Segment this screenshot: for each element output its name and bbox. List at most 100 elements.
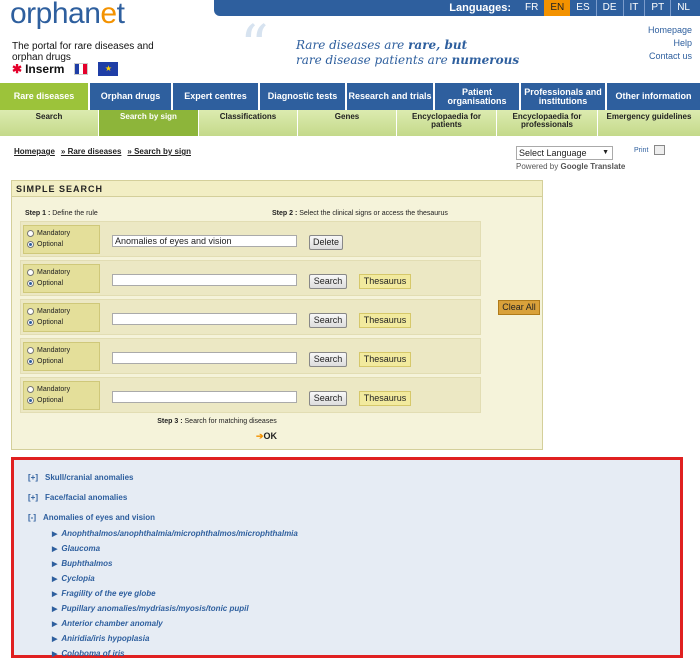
tree-leaf[interactable]: ▶ Aniridia/iris hypoplasia: [52, 634, 149, 643]
tree-leaf[interactable]: ▶ Pupillary anomalies/mydriasis/myosis/to…: [52, 604, 249, 613]
step2-label: Step 2 : Select the clinical signs or ac…: [272, 210, 448, 217]
tree-leaf[interactable]: ▶ Buphthalmos: [52, 559, 113, 568]
thesaurus-button[interactable]: Thesaurus: [359, 391, 411, 406]
subnav-encyclopaedia-professionals[interactable]: Encyclopaedia for professionals: [497, 110, 598, 136]
help-link[interactable]: Help: [648, 37, 692, 50]
tree-node-skull[interactable]: [+] Skull/cranial anomalies: [28, 473, 133, 482]
optional-radio[interactable]: [27, 358, 34, 365]
subnav-search-by-sign[interactable]: Search by sign: [99, 110, 199, 136]
nav-patient-organisations[interactable]: Patient organisations: [435, 83, 521, 110]
triangle-right-icon: ▶: [52, 576, 58, 583]
clear-all-button[interactable]: Clear All: [498, 300, 540, 315]
lang-en[interactable]: EN: [544, 0, 571, 16]
rule-row: Mandatory Optional Search Thesaurus: [20, 377, 481, 413]
rule-options: Mandatory Optional: [23, 303, 100, 332]
breadcrumb-homepage[interactable]: Homepage: [14, 147, 55, 156]
optional-radio[interactable]: [27, 397, 34, 404]
results-tree: [+] Skull/cranial anomalies [+] Face/facia…: [11, 457, 683, 658]
lang-de[interactable]: DE: [595, 0, 623, 16]
subnav-search[interactable]: Search: [0, 110, 99, 136]
tree-node-eyes[interactable]: [-] Anomalies of eyes and vision: [28, 513, 155, 522]
top-links: Homepage Help Contact us: [648, 24, 692, 63]
orphanet-logo[interactable]: orphanet: [10, 0, 125, 29]
rule-row: Mandatory Optional Search Thesaurus: [20, 260, 481, 296]
rule-row: Mandatory Optional Search Thesaurus: [20, 338, 481, 374]
tree-leaf[interactable]: ▶ Glaucoma: [52, 544, 100, 553]
rule-options: Mandatory Optional: [23, 381, 100, 410]
subnav-classifications[interactable]: Classifications: [199, 110, 298, 136]
french-flag-icon: [74, 63, 89, 75]
sign-field[interactable]: Anomalies of eyes and vision: [112, 235, 297, 247]
mandatory-radio[interactable]: [27, 308, 34, 315]
sign-field[interactable]: [112, 274, 297, 286]
nav-other-information[interactable]: Other information: [607, 83, 700, 110]
triangle-right-icon: ▶: [52, 621, 58, 628]
expand-toggle[interactable]: [+]: [28, 473, 38, 482]
lang-es[interactable]: ES: [570, 0, 595, 16]
simple-search-title: SIMPLE SEARCH: [12, 181, 542, 197]
sign-field[interactable]: [112, 391, 297, 403]
nav-research-trials[interactable]: Research and trials: [347, 83, 435, 110]
thesaurus-button[interactable]: Thesaurus: [359, 274, 411, 289]
mandatory-radio[interactable]: [27, 269, 34, 276]
subnav-encyclopaedia-patients[interactable]: Encyclopaedia for patients: [397, 110, 497, 136]
collapse-toggle[interactable]: [-]: [28, 513, 36, 522]
search-button[interactable]: Search: [309, 352, 347, 367]
chevron-down-icon: ▼: [602, 149, 609, 156]
optional-radio[interactable]: [27, 280, 34, 287]
ok-button[interactable]: ➔OK: [256, 431, 277, 442]
triangle-right-icon: ▶: [52, 606, 58, 613]
optional-radio[interactable]: [27, 241, 34, 248]
tree-leaf[interactable]: ▶ Fragility of the eye globe: [52, 589, 156, 598]
lang-it[interactable]: IT: [622, 0, 645, 16]
step1-label: Step 1 : Define the rule: [25, 210, 98, 217]
language-select[interactable]: Select Language ▼: [516, 146, 613, 160]
breadcrumb-search-by-sign[interactable]: » Search by sign: [127, 147, 191, 156]
sign-field[interactable]: [112, 352, 297, 364]
breadcrumb-rare-diseases[interactable]: » Rare diseases: [61, 147, 122, 156]
nav-orphan-drugs[interactable]: Orphan drugs: [90, 83, 173, 110]
homepage-link[interactable]: Homepage: [648, 24, 692, 37]
contact-link[interactable]: Contact us: [648, 50, 692, 63]
expand-toggle[interactable]: [+]: [28, 493, 38, 502]
thesaurus-button[interactable]: Thesaurus: [359, 313, 411, 328]
nav-diagnostic-tests[interactable]: Diagnostic tests: [260, 83, 347, 110]
breadcrumb: Homepage » Rare diseases » Search by sig…: [14, 147, 191, 156]
print-link[interactable]: Print: [634, 145, 666, 155]
inserm-logo: ✱ Inserm: [12, 62, 65, 76]
mandatory-radio[interactable]: [27, 347, 34, 354]
tree-leaf[interactable]: ▶ Anterior chamber anomaly: [52, 619, 163, 628]
inserm-icon: ✱: [12, 62, 23, 76]
mandatory-radio[interactable]: [27, 230, 34, 237]
rule-options: Mandatory Optional: [23, 264, 100, 293]
sign-field[interactable]: [112, 313, 297, 325]
nav-expert-centres[interactable]: Expert centres: [173, 83, 260, 110]
search-button[interactable]: Search: [309, 313, 347, 328]
tree-node-face[interactable]: [+] Face/facial anomalies: [28, 493, 127, 502]
tree-leaf[interactable]: ▶ Anophthalmos/anophthalmia/microphthalmo…: [52, 529, 298, 538]
languages-label: Languages:: [449, 2, 512, 14]
step3-label: Step 3 : Search for matching diseases: [157, 418, 277, 425]
subnav-emergency-guidelines[interactable]: Emergency guidelines: [598, 110, 700, 136]
arrow-right-icon: ➔: [256, 431, 264, 441]
lang-fr[interactable]: FR: [519, 0, 544, 16]
lang-pt[interactable]: PT: [644, 0, 670, 16]
nav-professionals[interactable]: Professionals and institutions: [521, 83, 607, 110]
eu-flag-icon: ★: [98, 62, 119, 76]
rule-row: Mandatory Optional Anomalies of eyes and…: [20, 221, 481, 257]
search-button[interactable]: Search: [309, 391, 347, 406]
thesaurus-button[interactable]: Thesaurus: [359, 352, 411, 367]
subnav-genes[interactable]: Genes: [298, 110, 397, 136]
lang-nl[interactable]: NL: [670, 0, 696, 16]
search-button[interactable]: Search: [309, 274, 347, 289]
triangle-right-icon: ▶: [52, 546, 58, 553]
partner-logos: ✱ Inserm ★: [12, 62, 119, 76]
mandatory-radio[interactable]: [27, 386, 34, 393]
sub-nav: Search Search by sign Classifications Ge…: [0, 110, 700, 136]
optional-radio[interactable]: [27, 319, 34, 326]
printer-icon: [654, 145, 666, 155]
nav-rare-diseases[interactable]: Rare diseases: [0, 83, 90, 110]
delete-button[interactable]: Delete: [309, 235, 343, 250]
tree-leaf[interactable]: ▶ Coloboma of iris: [52, 649, 125, 658]
tree-leaf[interactable]: ▶ Cyclopia: [52, 574, 95, 583]
